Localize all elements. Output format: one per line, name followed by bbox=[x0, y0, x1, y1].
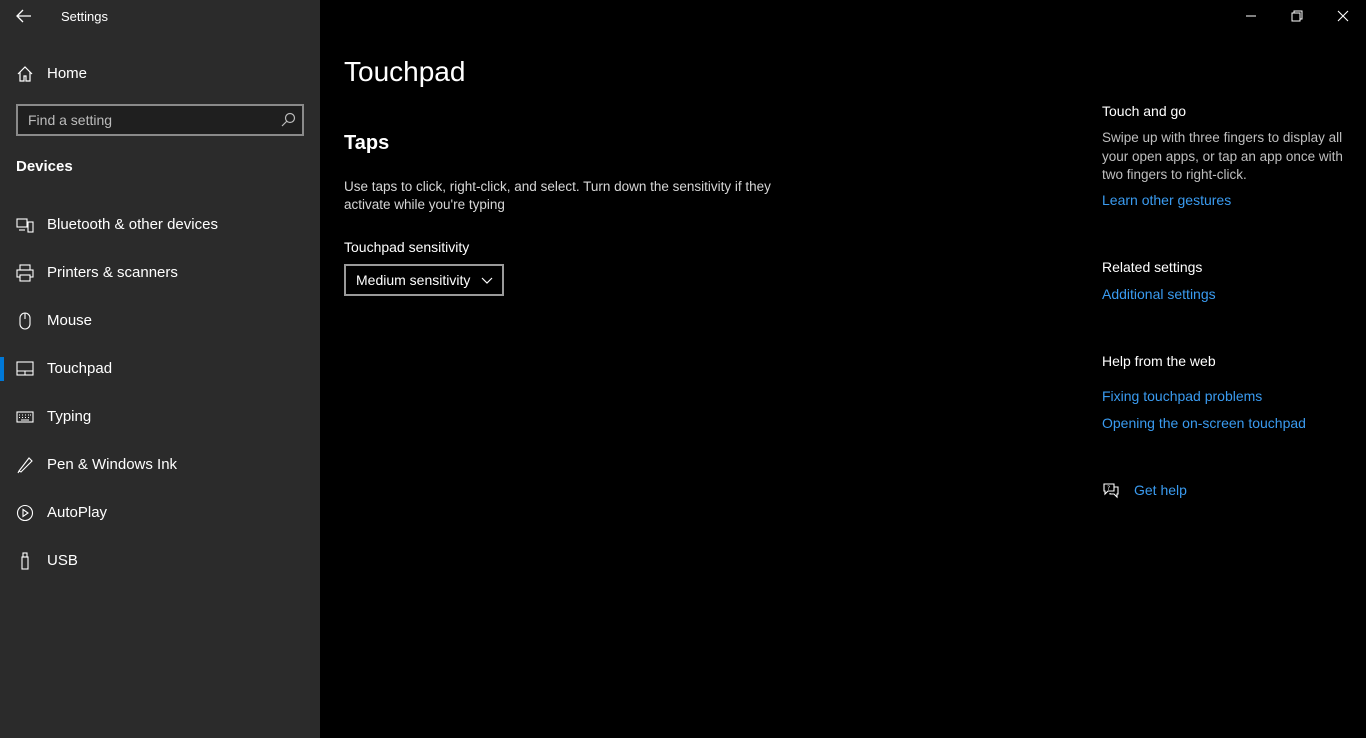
sidebar-item-label: Printers & scanners bbox=[47, 264, 178, 281]
touch-and-go-heading: Touch and go bbox=[1102, 103, 1187, 119]
sensitivity-label: Touchpad sensitivity bbox=[344, 239, 470, 255]
learn-gestures-link[interactable]: Learn other gestures bbox=[1102, 192, 1231, 208]
home-icon bbox=[17, 66, 33, 82]
svg-text:?: ? bbox=[1107, 485, 1110, 492]
additional-settings-link[interactable]: Additional settings bbox=[1102, 286, 1216, 302]
section-heading: Devices bbox=[16, 158, 73, 175]
chevron-down-icon bbox=[481, 277, 493, 284]
sidebar-item-label: AutoPlay bbox=[47, 504, 108, 521]
sidebar-item-pen[interactable]: Pen & Windows Ink bbox=[0, 445, 320, 485]
related-settings-heading: Related settings bbox=[1102, 259, 1203, 275]
search-placeholder: Find a setting bbox=[28, 112, 113, 128]
sidebar-item-usb[interactable]: USB bbox=[0, 541, 320, 581]
taps-description: Use taps to click, right-click, and sele… bbox=[344, 179, 771, 212]
sidebar-item-label: USB bbox=[47, 552, 78, 569]
sensitivity-dropdown[interactable]: Medium sensitivity bbox=[344, 264, 504, 296]
sidebar-item-label: Pen & Windows Ink bbox=[47, 456, 178, 473]
minimize-button[interactable] bbox=[1228, 0, 1274, 32]
app-title: Settings bbox=[61, 9, 108, 24]
fixing-touchpad-link[interactable]: Fixing touchpad problems bbox=[1102, 388, 1262, 404]
sidebar-item-touchpad[interactable]: Touchpad bbox=[0, 349, 320, 389]
help-from-web-heading: Help from the web bbox=[1102, 353, 1216, 369]
touchpad-icon bbox=[16, 361, 34, 376]
sidebar-item-label: Mouse bbox=[47, 312, 93, 329]
search-icon[interactable] bbox=[280, 112, 296, 128]
sidebar-item-mouse[interactable]: Mouse bbox=[0, 301, 320, 341]
restore-icon bbox=[1291, 10, 1303, 22]
touch-and-go-text: Swipe up with three fingers to display a… bbox=[1102, 130, 1343, 182]
minimize-icon bbox=[1246, 15, 1256, 17]
sidebar-item-label: Bluetooth & other devices bbox=[47, 216, 218, 233]
back-button[interactable] bbox=[8, 2, 40, 30]
sidebar-item-label: Touchpad bbox=[47, 360, 113, 377]
keyboard-icon bbox=[16, 411, 34, 423]
search-input[interactable]: Find a setting bbox=[16, 104, 304, 136]
get-help-link[interactable]: Get help bbox=[1134, 482, 1187, 498]
bluetooth-devices-icon bbox=[16, 218, 34, 233]
sidebar-item-home[interactable]: Home bbox=[0, 56, 320, 90]
sidebar-item-label: Home bbox=[47, 65, 88, 82]
sidebar-item-typing[interactable]: Typing bbox=[0, 397, 320, 437]
sidebar-item-printers[interactable]: Printers & scanners bbox=[0, 253, 320, 293]
chat-help-icon: ? bbox=[1103, 483, 1119, 499]
sensitivity-value: Medium sensitivity bbox=[356, 272, 471, 288]
taps-heading: Taps bbox=[344, 132, 390, 154]
mouse-icon bbox=[19, 312, 31, 330]
onscreen-touchpad-link[interactable]: Opening the on-screen touchpad bbox=[1102, 415, 1306, 431]
usb-icon bbox=[21, 552, 29, 570]
close-button[interactable] bbox=[1320, 0, 1366, 32]
pen-icon bbox=[17, 457, 33, 474]
page-title: Touchpad bbox=[344, 56, 466, 87]
printer-icon bbox=[16, 264, 34, 282]
sidebar-item-autoplay[interactable]: AutoPlay bbox=[0, 493, 320, 533]
close-icon bbox=[1337, 10, 1349, 22]
restore-button[interactable] bbox=[1274, 0, 1320, 32]
autoplay-icon bbox=[16, 504, 34, 522]
sidebar-item-bluetooth[interactable]: Bluetooth & other devices bbox=[0, 205, 320, 245]
sidebar-item-label: Typing bbox=[47, 408, 92, 425]
back-arrow-icon bbox=[16, 9, 31, 23]
sidebar: Settings Home Find a setting Devices Blu… bbox=[0, 0, 320, 738]
